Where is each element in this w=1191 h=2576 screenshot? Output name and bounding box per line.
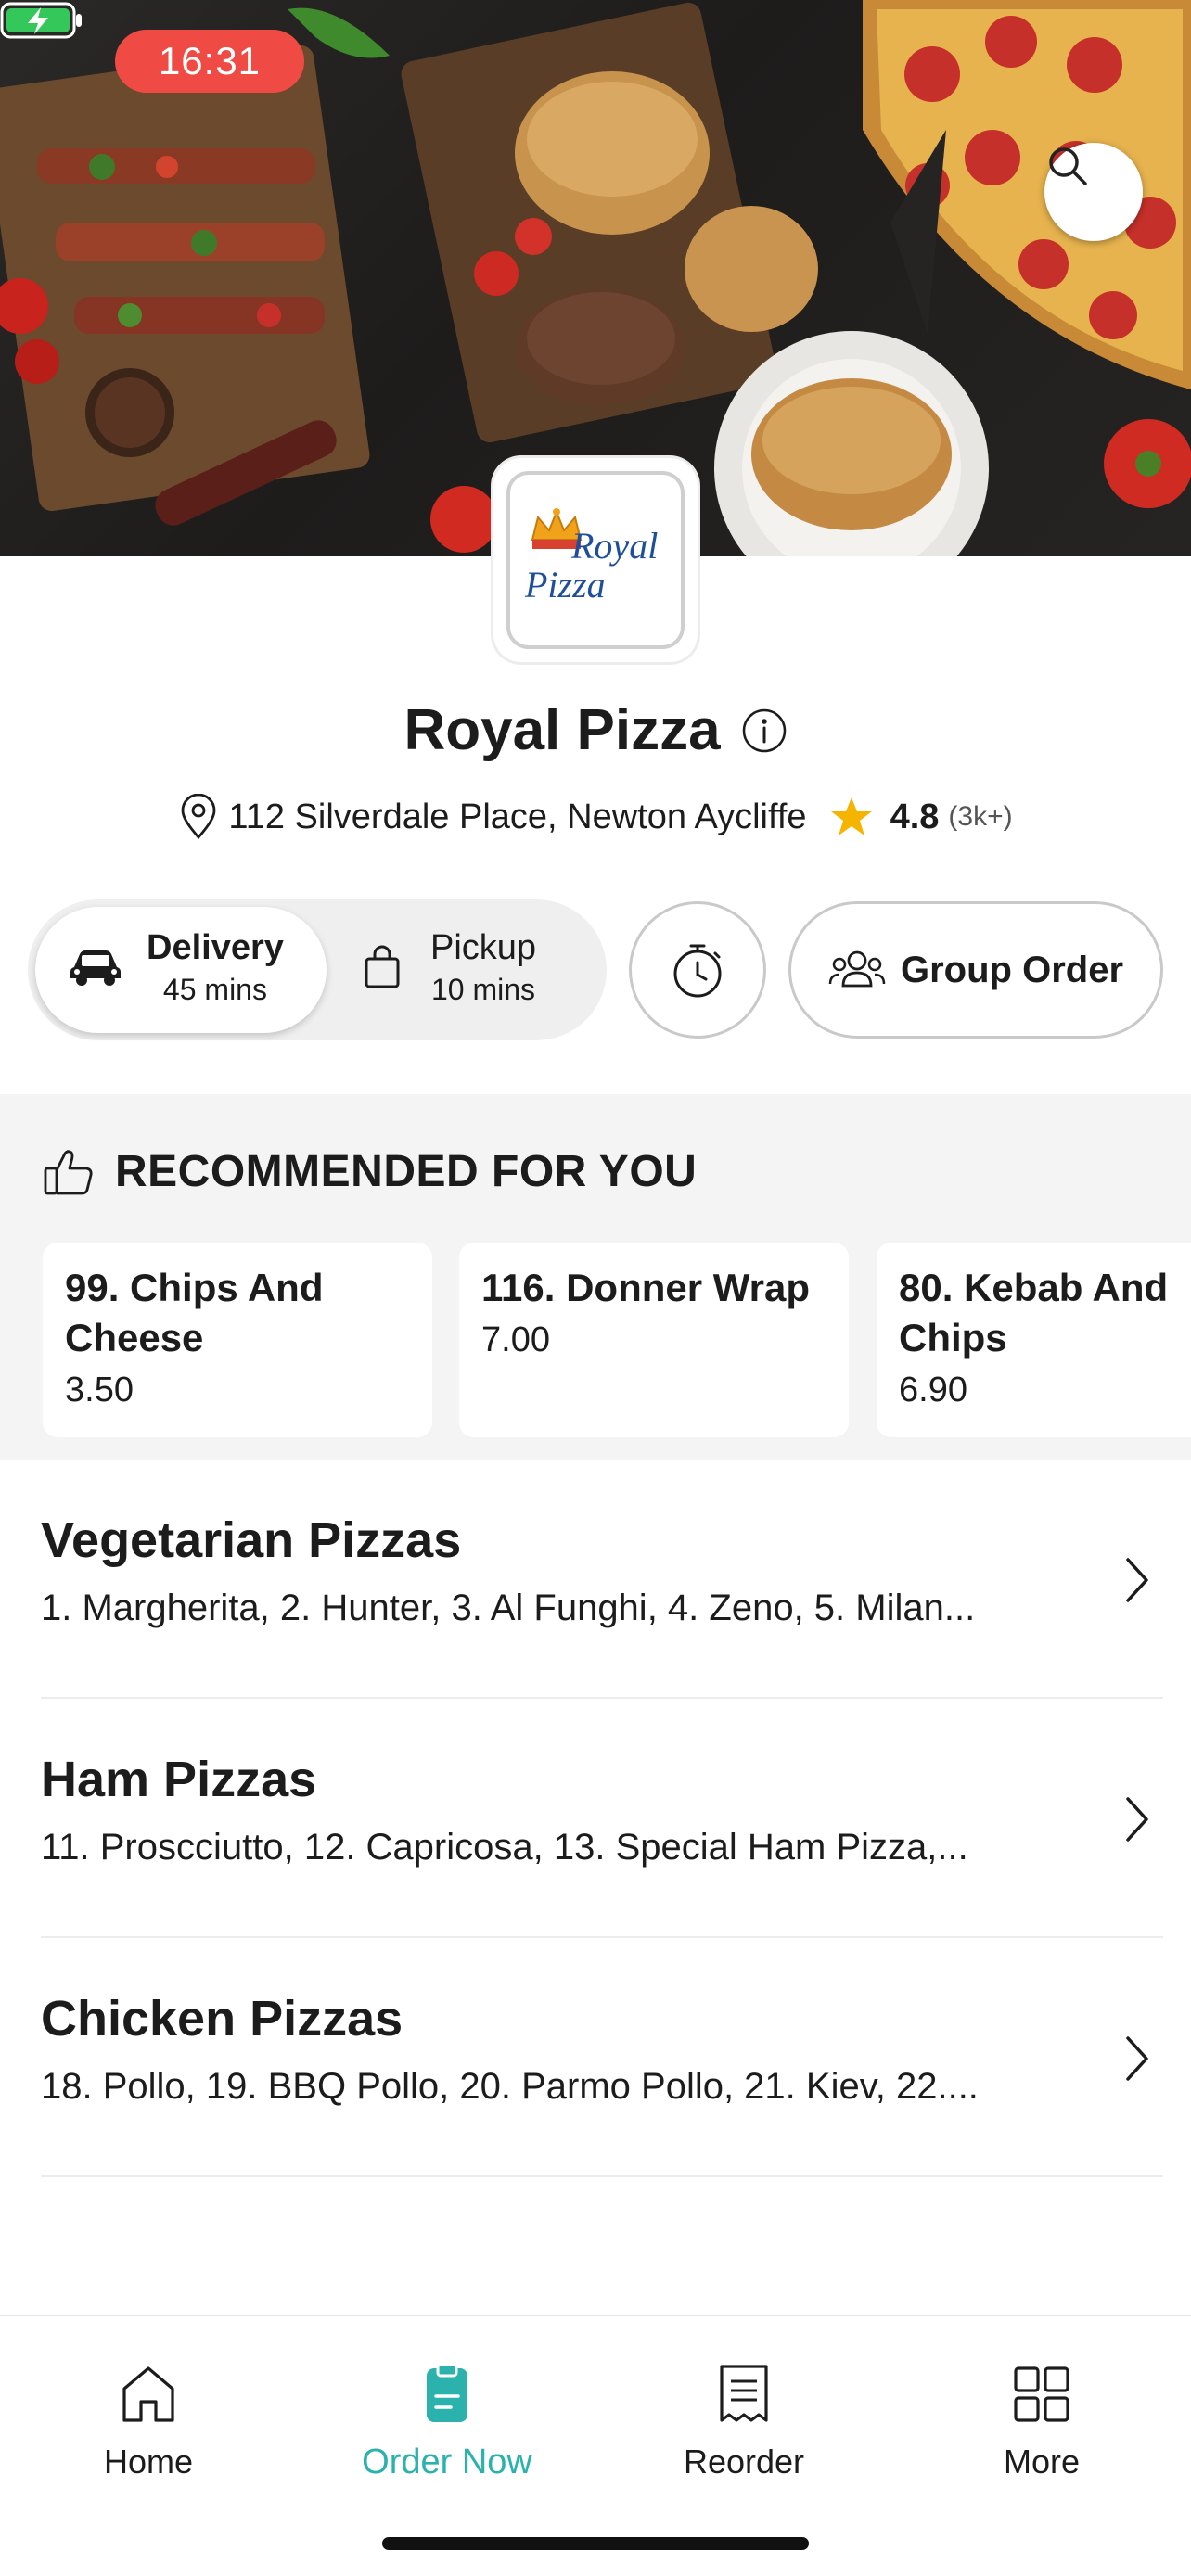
store-title-row: Royal Pizza: [0, 697, 1191, 763]
tab-label: Home: [103, 2442, 194, 2480]
recommended-header: RECOMMENDED FOR YOU: [43, 1146, 697, 1197]
category-name: Vegetarian Pizzas: [41, 1512, 462, 1568]
pickup-label: Pickup: [430, 928, 537, 967]
home-indicator: [382, 2537, 809, 2550]
category-name: Ham Pizzas: [41, 1752, 317, 1807]
recommended-card[interactable]: 99. Chips And Cheese 3.50: [43, 1243, 432, 1437]
group-icon: [828, 950, 886, 988]
tab-more[interactable]: More: [930, 2363, 1153, 2481]
delivery-label: Delivery: [147, 928, 284, 967]
chevron-right-icon: [1126, 1558, 1148, 1602]
grid-icon: [1014, 2366, 1069, 2422]
recommended-card[interactable]: 116. Donner Wrap 7.00: [459, 1243, 849, 1437]
pickup-time: 10 mins: [431, 973, 536, 1007]
store-rating: 4.8: [890, 797, 940, 836]
order-icon: [427, 2363, 467, 2422]
car-icon: [70, 950, 121, 987]
tab-home[interactable]: Home: [37, 2363, 260, 2481]
delivery-time: 45 mins: [162, 973, 267, 1007]
delivery-option[interactable]: Delivery 45 mins: [35, 907, 327, 1033]
order-mode-toggle: Delivery 45 mins Pickup 10 mins: [28, 899, 607, 1040]
battery-icon: [0, 2, 82, 39]
recommended-item-price: 7.00: [481, 1320, 550, 1359]
schedule-button[interactable]: [629, 901, 766, 1039]
location-pin-icon: [182, 794, 216, 840]
chevron-right-icon: [1126, 1797, 1148, 1842]
pickup-option[interactable]: Pickup 10 mins: [362, 925, 536, 1010]
category-row[interactable]: Vegetarian Pizzas 1. Margherita, 2. Hunt…: [41, 1460, 1163, 1699]
home-icon: [122, 2366, 174, 2422]
thumbs-up-icon: [44, 1149, 93, 1194]
tab-label: Order Now: [362, 2442, 532, 2481]
tab-reorder[interactable]: Reorder: [633, 2363, 855, 2481]
tab-label: More: [1003, 2442, 1081, 2480]
recommended-title: RECOMMENDED FOR YOU: [115, 1147, 698, 1196]
receipt-icon: [720, 2365, 768, 2422]
recommended-item-name: 99. Chips And Cheese: [65, 1266, 324, 1359]
category-items: 18. Pollo, 19. BBQ Pollo, 20. Parmo Poll…: [41, 2066, 979, 2107]
info-icon[interactable]: [741, 708, 788, 754]
recommended-card[interactable]: 80. Kebab And Chips 6.90: [877, 1243, 1191, 1437]
royal-pizza-logo: Royal Pizza: [524, 508, 658, 606]
star-icon: [830, 797, 872, 835]
svg-text:Pizza: Pizza: [524, 564, 606, 606]
recommended-section: RECOMMENDED FOR YOU 99. Chips And Cheese…: [0, 1094, 1191, 1460]
category-items: 1. Margherita, 2. Hunter, 3. Al Funghi, …: [41, 1588, 976, 1628]
timer-icon: [673, 944, 722, 998]
store-address-row: 112 Silverdale Place, Newton Aycliffe 4.…: [0, 794, 1191, 840]
group-order-button[interactable]: Group Order: [788, 901, 1163, 1039]
store-address: 112 Silverdale Place, Newton Aycliffe: [228, 797, 807, 836]
category-row[interactable]: Chicken Pizzas 18. Pollo, 19. BBQ Pollo,…: [41, 1938, 1163, 2177]
shopping-bag-icon: [365, 946, 400, 988]
recommended-item-name: 80. Kebab And Chips: [899, 1266, 1169, 1359]
category-items: 11. Proscciutto, 12. Capricosa, 13. Spec…: [41, 1827, 968, 1868]
tab-order-now[interactable]: Order Now: [336, 2363, 558, 2482]
group-order-label: Group Order: [900, 949, 1124, 990]
category-row[interactable]: Ham Pizzas 11. Proscciutto, 12. Capricos…: [41, 1699, 1163, 1938]
rating-count: (3k+): [948, 801, 1013, 832]
category-name: Chicken Pizzas: [41, 1991, 403, 2047]
tab-label: Reorder: [683, 2442, 805, 2480]
store-logo: Royal Pizza: [493, 458, 698, 662]
search-icon: [1049, 147, 1087, 185]
search-button[interactable]: [1044, 143, 1143, 241]
recommended-item-name: 116. Donner Wrap: [481, 1266, 811, 1309]
recommended-item-price: 6.90: [899, 1370, 967, 1409]
store-name: Royal Pizza: [403, 698, 721, 762]
recommended-item-price: 3.50: [65, 1370, 134, 1409]
chevron-right-icon: [1126, 2036, 1148, 2081]
status-time: 16:31: [115, 30, 304, 93]
svg-text:Royal: Royal: [570, 525, 658, 567]
